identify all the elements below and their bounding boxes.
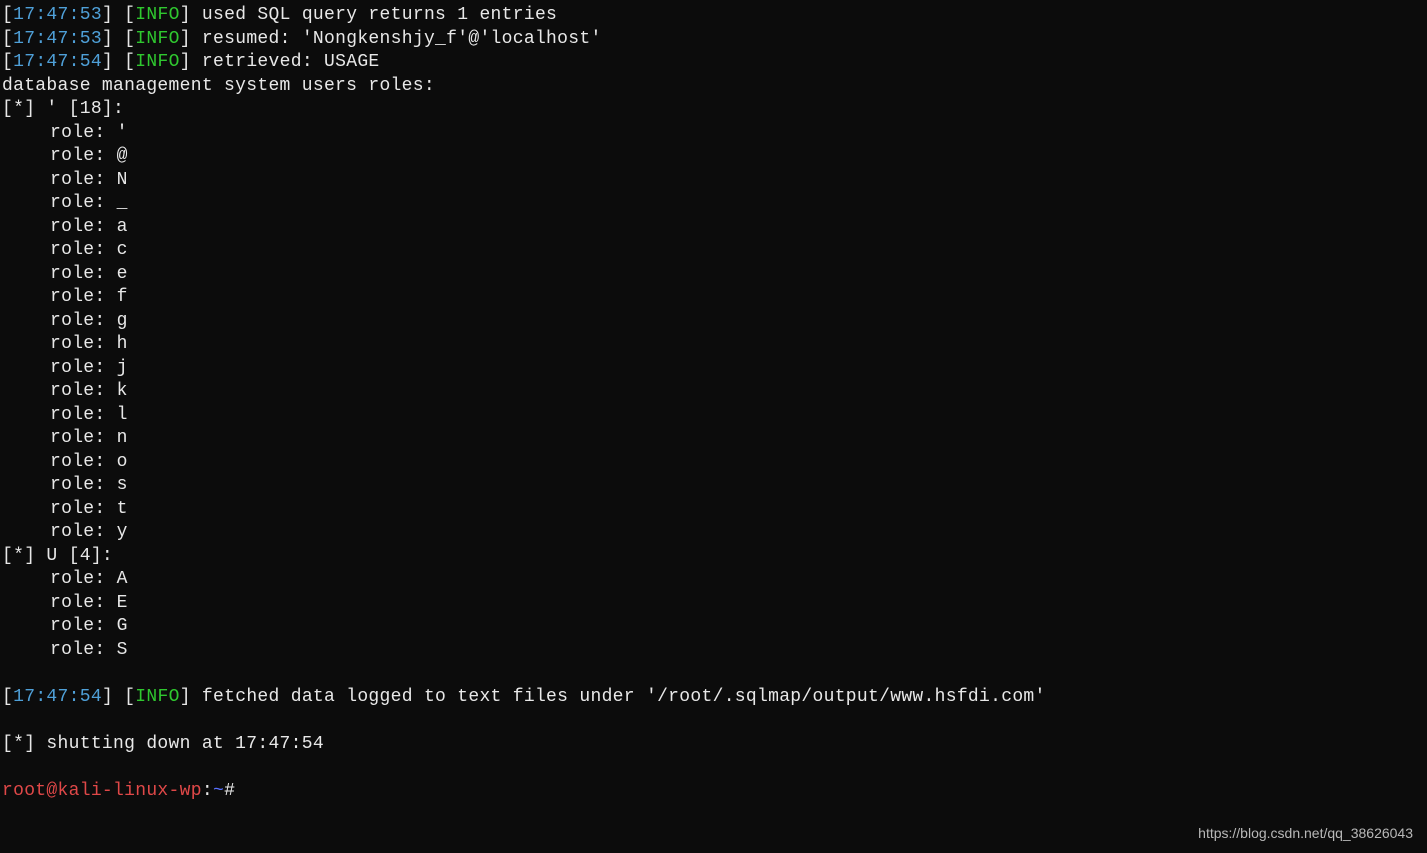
timestamp: 17:47:54 — [13, 687, 102, 707]
timestamp: 17:47:53 — [13, 29, 102, 49]
role-entry: role: y — [50, 522, 128, 542]
group-header: [*] ' [18]: — [2, 99, 124, 119]
terminal-line: role: n — [2, 427, 1425, 451]
terminal-line: role: G — [2, 615, 1425, 639]
terminal-line: [*] U [4]: — [2, 545, 1425, 569]
terminal-line: role: S — [2, 639, 1425, 663]
role-entry: role: f — [50, 287, 128, 307]
terminal-line: role: y — [2, 521, 1425, 545]
log-message: retrieved: USAGE — [202, 52, 380, 72]
terminal-line: [*] ' [18]: — [2, 98, 1425, 122]
terminal-line: role: @ — [2, 145, 1425, 169]
role-entry: role: g — [50, 311, 128, 331]
bracket: [ — [124, 5, 135, 25]
role-entry: role: j — [50, 358, 128, 378]
bracket: [ — [124, 52, 135, 72]
bracket: ] — [180, 52, 202, 72]
bracket: [ — [2, 687, 13, 707]
terminal-line: role: s — [2, 474, 1425, 498]
bracket: [ — [124, 29, 135, 49]
terminal-line: role: c — [2, 239, 1425, 263]
role-entry: role: n — [50, 428, 128, 448]
terminal-line: role: e — [2, 263, 1425, 287]
bracket: [ — [2, 29, 13, 49]
prompt-sep: : — [202, 781, 213, 801]
role-entry: role: N — [50, 170, 128, 190]
role-entry: role: k — [50, 381, 128, 401]
role-entry: role: G — [50, 616, 128, 636]
prompt-tail: # — [224, 781, 246, 801]
terminal-line: [*] shutting down at 17:47:54 — [2, 733, 1425, 757]
role-entry: role: h — [50, 334, 128, 354]
bracket: ] — [180, 687, 202, 707]
bracket: [ — [2, 52, 13, 72]
shutdown-line: [*] shutting down at 17:47:54 — [2, 734, 324, 754]
group-header: [*] U [4]: — [2, 546, 113, 566]
role-entry: role: E — [50, 593, 128, 613]
log-level: INFO — [135, 52, 179, 72]
bracket: [ — [124, 687, 135, 707]
terminal-line: database management system users roles: — [2, 75, 1425, 99]
terminal-line: root@kali-linux-wp:~# — [2, 780, 1425, 804]
role-entry: role: t — [50, 499, 128, 519]
blank-line — [2, 756, 1425, 780]
role-entry: role: l — [50, 405, 128, 425]
log-level: INFO — [135, 29, 179, 49]
log-message: fetched data logged to text files under … — [202, 687, 1046, 707]
bracket: ] — [102, 52, 124, 72]
timestamp: 17:47:53 — [13, 5, 102, 25]
role-entry: role: o — [50, 452, 128, 472]
timestamp: 17:47:54 — [13, 52, 102, 72]
prompt-path: ~ — [213, 781, 224, 801]
terminal-line: role: l — [2, 404, 1425, 428]
log-message: resumed: 'Nongkenshjy_f'@'localhost' — [202, 29, 602, 49]
terminal-output[interactable]: [17:47:53] [INFO] used SQL query returns… — [2, 4, 1425, 803]
role-entry: role: e — [50, 264, 128, 284]
log-level: INFO — [135, 5, 179, 25]
bracket: ] — [102, 5, 124, 25]
watermark-text: https://blog.csdn.net/qq_38626043 — [1198, 822, 1413, 846]
terminal-line: role: A — [2, 568, 1425, 592]
bracket: ] — [102, 687, 124, 707]
role-entry: role: ' — [50, 123, 128, 143]
terminal-line: role: ' — [2, 122, 1425, 146]
terminal-line: role: N — [2, 169, 1425, 193]
terminal-line: role: h — [2, 333, 1425, 357]
terminal-line: role: E — [2, 592, 1425, 616]
terminal-line: [17:47:54] [INFO] fetched data logged to… — [2, 686, 1425, 710]
terminal-line: [17:47:54] [INFO] retrieved: USAGE — [2, 51, 1425, 75]
role-entry: role: _ — [50, 193, 128, 213]
log-message: used SQL query returns 1 entries — [202, 5, 557, 25]
role-entry: role: @ — [50, 146, 128, 166]
blank-line — [2, 709, 1425, 733]
prompt-userhost: root@kali-linux-wp — [2, 781, 202, 801]
bracket: ] — [180, 5, 202, 25]
terminal-line: role: g — [2, 310, 1425, 334]
roles-header: database management system users roles: — [2, 76, 435, 96]
role-entry: role: s — [50, 475, 128, 495]
role-entry: role: a — [50, 217, 128, 237]
role-entry: role: A — [50, 569, 128, 589]
log-level: INFO — [135, 687, 179, 707]
terminal-line: role: a — [2, 216, 1425, 240]
blank-line — [2, 662, 1425, 686]
bracket: ] — [102, 29, 124, 49]
terminal-line: role: k — [2, 380, 1425, 404]
bracket: ] — [180, 29, 202, 49]
terminal-line: role: f — [2, 286, 1425, 310]
terminal-line: role: o — [2, 451, 1425, 475]
terminal-line: role: t — [2, 498, 1425, 522]
terminal-line: role: j — [2, 357, 1425, 381]
role-entry: role: c — [50, 240, 128, 260]
role-entry: role: S — [50, 640, 128, 660]
terminal-line: [17:47:53] [INFO] resumed: 'Nongkenshjy_… — [2, 28, 1425, 52]
terminal-line: [17:47:53] [INFO] used SQL query returns… — [2, 4, 1425, 28]
terminal-line: role: _ — [2, 192, 1425, 216]
bracket: [ — [2, 5, 13, 25]
